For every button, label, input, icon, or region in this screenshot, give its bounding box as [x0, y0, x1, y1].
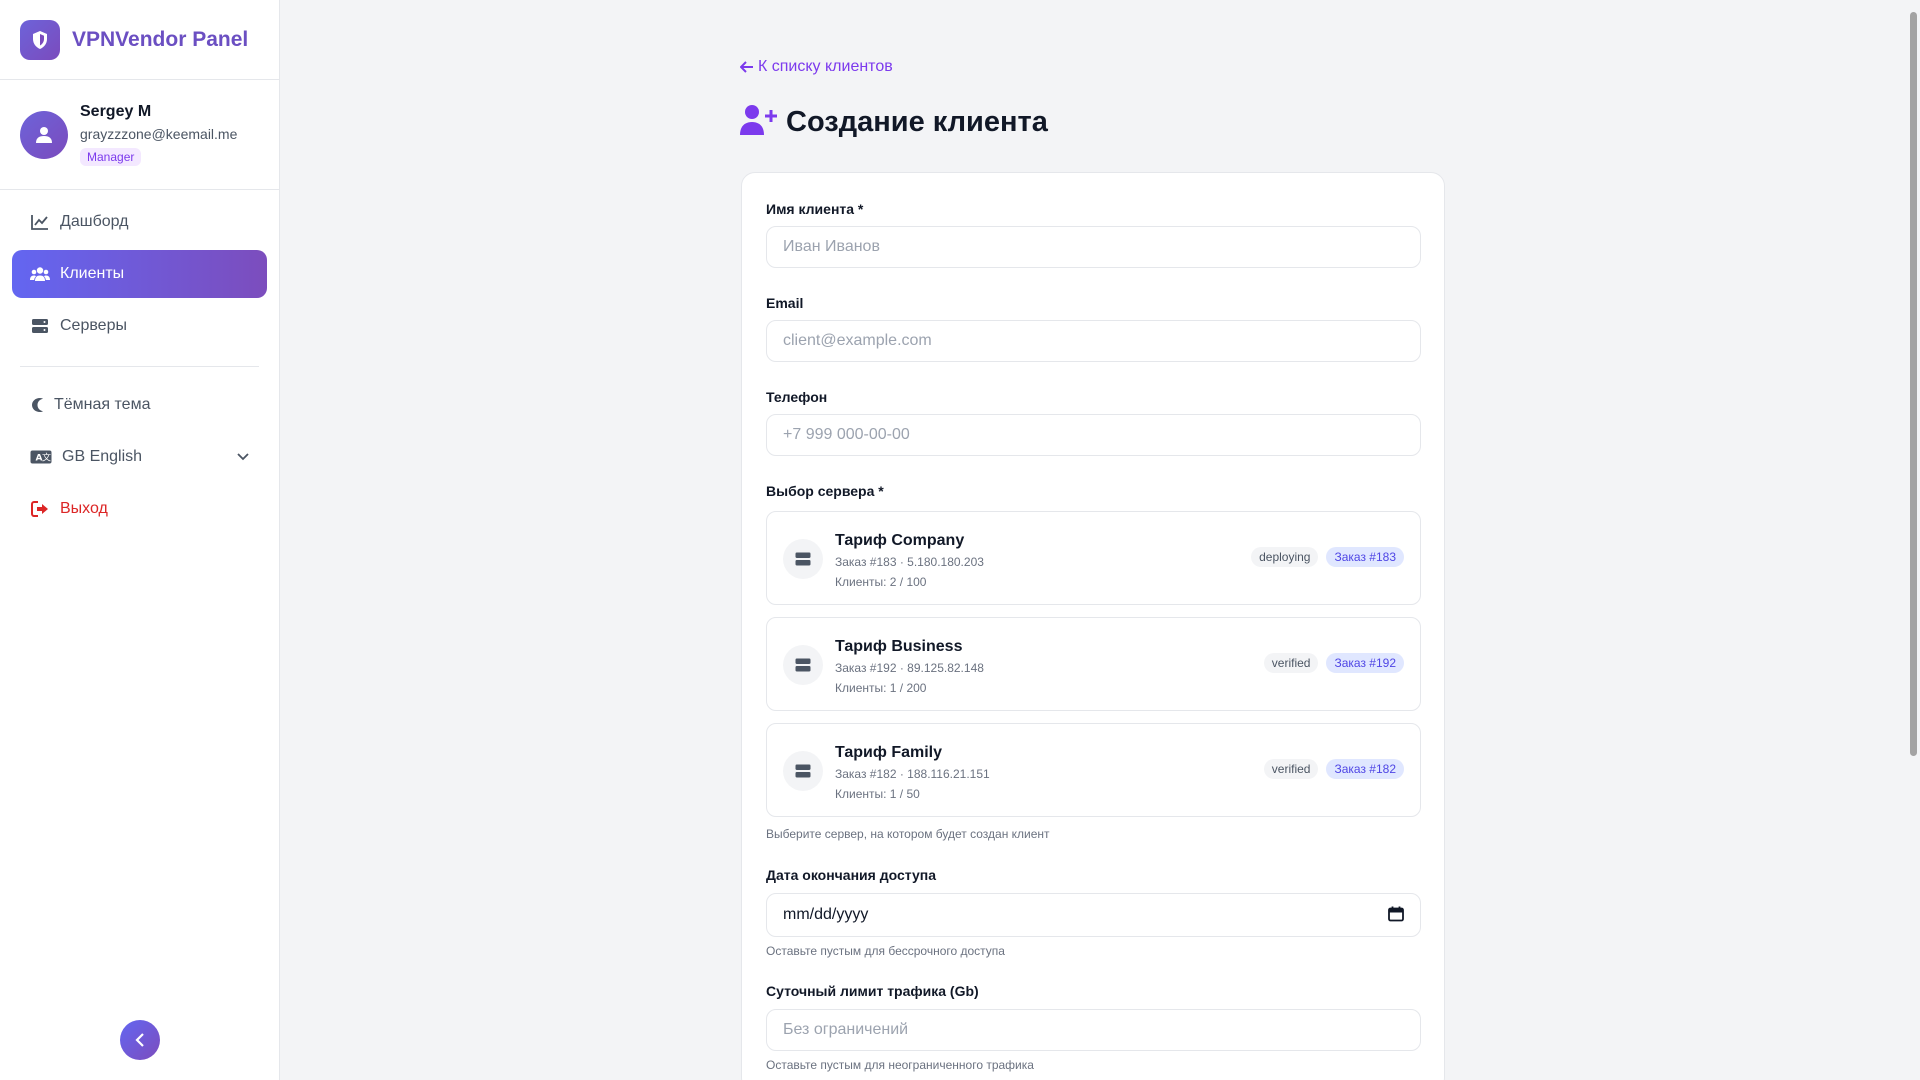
user-role-badge: Manager [80, 148, 142, 166]
server-name: Тариф Business [835, 638, 963, 655]
sidebar-item-servers[interactable]: Серверы [12, 302, 267, 350]
sidebar-item-label: Клиенты [60, 265, 125, 282]
theme-toggle-label: Тёмная тема [54, 396, 151, 413]
server-order-line: Заказ #192 · 89.125.82.148 [835, 661, 984, 675]
server-icon [783, 645, 823, 685]
nav-divider [20, 366, 259, 367]
server-status-badge: deploying [1251, 547, 1319, 567]
svg-text:文: 文 [42, 452, 51, 464]
calendar-icon[interactable] [1388, 906, 1404, 927]
user-plus-icon [740, 104, 778, 141]
brand-title: VPNVendor Panel [72, 27, 249, 51]
phone-input[interactable] [766, 414, 1421, 456]
server-order-badge: Заказ #182 [1326, 759, 1404, 779]
moon-icon [30, 395, 44, 415]
expiry-date-label: Дата окончания доступа [766, 867, 936, 883]
page-header: Создание клиента [740, 104, 1048, 141]
main-content: К списку клиентов Создание клиента Имя к… [280, 0, 1920, 1080]
traffic-limit-input[interactable] [766, 1009, 1421, 1051]
server-order-badge: Заказ #183 [1326, 547, 1404, 567]
shield-icon [20, 19, 60, 60]
theme-toggle[interactable]: Тёмная тема [12, 381, 267, 429]
server-status-badge: verified [1263, 653, 1319, 673]
language-select[interactable]: A文 GB English [12, 433, 267, 481]
chevron-left-icon [135, 1033, 144, 1047]
server-icon [30, 316, 50, 336]
brand[interactable]: VPNVendor Panel [0, 0, 279, 80]
sidebar-item-label: Дашборд [60, 213, 129, 230]
create-client-form: Имя клиента * Email Телефон Выбор сервер… [741, 172, 1445, 1080]
server-order-line: Заказ #182 · 188.116.21.151 [835, 767, 990, 781]
logout-icon [30, 499, 50, 519]
avatar [20, 110, 68, 159]
user-icon [36, 126, 52, 143]
back-to-clients-link[interactable]: К списку клиентов [740, 58, 893, 76]
phone-label: Телефон [766, 389, 828, 405]
server-clients-line: Клиенты: 1 / 200 [835, 681, 927, 695]
expiry-date-input[interactable]: mm/dd/yyyy [766, 893, 1421, 937]
expiry-date-placeholder: mm/dd/yyyy [783, 906, 869, 923]
chart-line-icon [30, 212, 50, 232]
sidebar-item-clients[interactable]: Клиенты [12, 250, 267, 298]
arrow-left-icon [740, 61, 753, 73]
users-icon [30, 264, 50, 284]
collapse-sidebar-button[interactable] [120, 1020, 160, 1060]
server-icon [783, 539, 823, 579]
server-clients-line: Клиенты: 1 / 50 [835, 787, 920, 801]
server-option[interactable]: Тариф Family Заказ #182 · 188.116.21.151… [766, 723, 1421, 817]
expiry-help-text: Оставьте пустым для бессрочного доступа [766, 944, 1005, 958]
user-name: Sergey M [80, 103, 152, 120]
server-select-label: Выбор сервера * [766, 483, 884, 499]
sidebar-item-dashboard[interactable]: Дашборд [12, 198, 267, 246]
language-icon: A文 [30, 447, 52, 467]
email-label: Email [766, 295, 804, 311]
server-name: Тариф Company [835, 532, 965, 549]
server-option[interactable]: Тариф Company Заказ #183 · 5.180.180.203… [766, 511, 1421, 605]
language-label: GB English [62, 448, 143, 465]
email-input[interactable] [766, 320, 1421, 362]
user-email: grayzzzone@keemail.me [80, 126, 238, 142]
server-help-text: Выберите сервер, на котором будет создан… [766, 827, 1050, 841]
chevron-down-icon [237, 448, 249, 466]
user-profile: Sergey M grayzzzone@keemail.me Manager [0, 80, 279, 190]
server-option[interactable]: Тариф Business Заказ #192 · 89.125.82.14… [766, 617, 1421, 711]
server-order-badge: Заказ #192 [1326, 653, 1404, 673]
server-icon [783, 751, 823, 791]
logout-button[interactable]: Выход [12, 485, 267, 533]
scrollbar[interactable] [1908, 0, 1920, 1080]
traffic-help-text: Оставьте пустым для неограниченного траф… [766, 1058, 1034, 1072]
sidebar-nav: Дашборд Клиенты Серверы Тёмная тема A文 G… [0, 190, 279, 533]
sidebar: VPNVendor Panel Sergey M grayzzzone@keem… [0, 0, 280, 1080]
page-title: Создание клиента [786, 106, 1048, 138]
server-order-line: Заказ #183 · 5.180.180.203 [835, 555, 984, 569]
traffic-limit-label: Суточный лимит трафика (Gb) [766, 983, 979, 999]
server-clients-line: Клиенты: 2 / 100 [835, 575, 927, 589]
client-name-label: Имя клиента * [766, 201, 864, 217]
scrollbar-thumb[interactable] [1910, 12, 1917, 756]
logout-label: Выход [60, 500, 108, 517]
server-status-badge: verified [1263, 759, 1319, 779]
sidebar-item-label: Серверы [60, 317, 127, 334]
client-name-input[interactable] [766, 226, 1421, 268]
server-name: Тариф Family [835, 744, 943, 761]
